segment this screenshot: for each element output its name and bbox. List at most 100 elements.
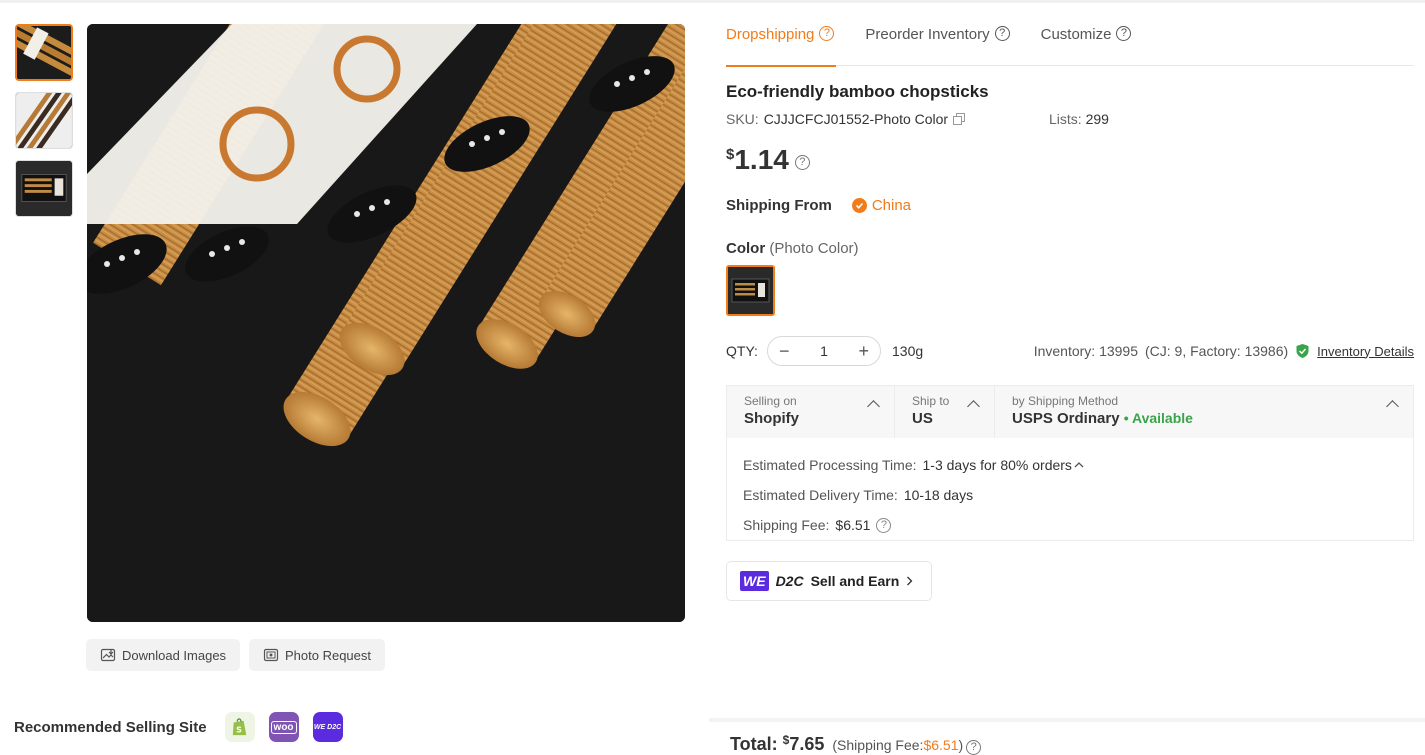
- inventory-total: Inventory: 13995: [1033, 343, 1138, 359]
- shipping-fee-value: $6.51: [835, 517, 871, 533]
- tab-customize-label: Customize: [1040, 26, 1112, 43]
- swatch-image: [728, 267, 773, 314]
- price-help-icon[interactable]: ?: [794, 155, 810, 170]
- processing-time-row: Estimated Processing Time: 1-3 days for …: [743, 450, 1413, 480]
- help-icon[interactable]: ?: [966, 740, 982, 755]
- availability-status: • Available: [1123, 410, 1193, 426]
- selling-on-select[interactable]: Selling on Shopify: [727, 386, 895, 438]
- color-swatch-photo-color[interactable]: [726, 265, 775, 316]
- product-title: Eco-friendly bamboo chopsticks: [726, 82, 989, 101]
- copy-icon[interactable]: [953, 113, 966, 125]
- inventory-breakdown: (CJ: 9, Factory: 13986): [1145, 343, 1289, 359]
- total-amount: 7.65: [789, 734, 825, 754]
- processing-label: Estimated Processing Time:: [743, 457, 917, 473]
- top-divider: [0, 0, 1425, 3]
- help-icon[interactable]: ?: [994, 26, 1010, 41]
- help-icon[interactable]: ?: [1116, 26, 1132, 41]
- shipping-fee-row: Shipping Fee: $6.51 ?: [743, 510, 1413, 540]
- woocommerce-icon[interactable]: woo: [268, 712, 299, 742]
- download-images-label: Download Images: [122, 647, 227, 663]
- delivery-time-row: Estimated Delivery Time: 10-18 days: [743, 480, 1413, 510]
- chopsticks-box-thumbnail-image: [16, 161, 72, 216]
- verified-shield-icon: [1296, 344, 1309, 358]
- image-download-icon: [100, 648, 116, 662]
- wed2c-sell-and-earn-button[interactable]: WE D2C Sell and Earn: [726, 561, 932, 601]
- help-icon[interactable]: ?: [876, 517, 892, 533]
- d2c-logo: D2C: [775, 573, 804, 589]
- sku-label: SKU:: [726, 111, 759, 127]
- wed2c-site-label: WE D2C: [313, 723, 342, 731]
- photo-request-icon: [263, 648, 279, 662]
- wed2c-icon[interactable]: WE D2C: [312, 712, 343, 742]
- recommended-label: Recommended Selling Site: [14, 718, 207, 736]
- decrement-button[interactable]: −: [779, 341, 790, 362]
- total-bar: Total: $ 7.65 (Shipping Fee: $6.51 ) ?: [709, 718, 1425, 755]
- increment-button[interactable]: +: [858, 341, 869, 362]
- shopify-icon[interactable]: S: [224, 712, 255, 742]
- color-selected: (Photo Color): [769, 240, 859, 257]
- inventory-info: Inventory: 13995 (CJ: 9, Factory: 13986)…: [1034, 343, 1414, 359]
- quantity-input[interactable]: 1: [820, 343, 828, 359]
- shipping-method-value: USPS Ordinary: [1012, 410, 1120, 427]
- fulfillment-tabs: Dropshipping ? Preorder Inventory ? Cust…: [726, 22, 1414, 67]
- check-icon: [851, 198, 867, 213]
- qty-label: QTY:: [726, 343, 758, 359]
- download-images-button[interactable]: Download Images: [86, 639, 241, 671]
- tab-dropshipping-label: Dropshipping: [726, 26, 815, 43]
- bamboo-chopsticks-photo: [87, 24, 685, 622]
- shipping-estimates: Estimated Processing Time: 1-3 days for …: [727, 438, 1413, 540]
- help-icon[interactable]: ?: [819, 26, 835, 41]
- sku-value: CJJJCFCJ01552-Photo Color: [763, 111, 949, 127]
- quantity-row: QTY: − 1 + 130g Inventory: 13995 (CJ: 9,…: [726, 336, 1414, 366]
- shipping-method-select[interactable]: by Shipping Method USPS Ordinary • Avail…: [995, 386, 1413, 438]
- selling-on-value: Shopify: [744, 410, 799, 427]
- ship-to-label: Ship to: [912, 394, 950, 408]
- processing-value: 1-3 days for 80% orders: [922, 457, 1072, 473]
- ship-to-select[interactable]: Ship to US: [895, 386, 995, 438]
- lists-label: Lists:: [1049, 111, 1082, 127]
- tab-preorder-label: Preorder Inventory: [865, 26, 990, 43]
- sell-and-earn-label: Sell and Earn: [810, 573, 900, 589]
- total-currency: $: [782, 733, 790, 747]
- weight-value: 130g: [892, 343, 924, 359]
- shipping-options-panel: Selling on Shopify Ship to US by Shippin…: [726, 385, 1414, 541]
- thumbnail-2[interactable]: [15, 92, 73, 149]
- thumbnail-1[interactable]: [15, 24, 73, 81]
- shipping-from-country[interactable]: China: [851, 197, 912, 214]
- price-currency: $: [726, 146, 735, 163]
- total-fee-prefix: (Shipping Fee:: [832, 737, 924, 753]
- total-row: Total: $ 7.65 (Shipping Fee: $6.51 ) ?: [730, 733, 982, 755]
- tab-customize[interactable]: Customize ?: [1041, 22, 1132, 66]
- lists-value: 299: [1085, 111, 1109, 127]
- svg-text:S: S: [236, 724, 242, 734]
- lists-count: Lists: 299: [1049, 111, 1109, 127]
- chevron-up-icon[interactable]: [1074, 461, 1084, 469]
- sku-row: SKU: CJJJCFCJ01552-Photo Color: [726, 111, 966, 127]
- shipping-method-label: by Shipping Method: [1012, 394, 1119, 408]
- color-label: Color: [726, 240, 766, 257]
- inventory-details-link[interactable]: Inventory Details: [1317, 344, 1414, 359]
- chopsticks-set-thumbnail-image: [16, 93, 72, 148]
- product-price: $ 1.14 ?: [726, 144, 810, 176]
- shipping-from: Shipping From China: [726, 197, 911, 214]
- total-fee-value: $6.51: [923, 737, 959, 753]
- photo-request-label: Photo Request: [285, 647, 372, 663]
- chevron-right-icon: [907, 576, 913, 586]
- shipping-selectors: Selling on Shopify Ship to US by Shippin…: [727, 386, 1413, 438]
- main-product-image[interactable]: [87, 24, 685, 622]
- we-logo: WE: [740, 571, 769, 591]
- price-amount: 1.14: [734, 144, 789, 175]
- country-label: China: [871, 197, 912, 214]
- shipping-fee-label: Shipping Fee:: [743, 517, 830, 533]
- tab-preorder-inventory[interactable]: Preorder Inventory ?: [865, 22, 1010, 66]
- shipping-method-row: USPS Ordinary • Available: [1012, 410, 1413, 427]
- delivery-value: 10-18 days: [903, 487, 974, 503]
- shipping-from-label: Shipping From: [726, 197, 832, 214]
- woo-label: woo: [270, 720, 297, 734]
- chopsticks-thumbnail-image: [17, 26, 71, 79]
- recommended-selling-site: Recommended Selling Site S woo WE D2C: [14, 712, 343, 742]
- photo-request-button[interactable]: Photo Request: [249, 639, 386, 671]
- tab-dropshipping[interactable]: Dropshipping ?: [726, 22, 837, 67]
- quantity-stepper: − 1 +: [767, 336, 881, 366]
- thumbnail-3[interactable]: [15, 160, 73, 217]
